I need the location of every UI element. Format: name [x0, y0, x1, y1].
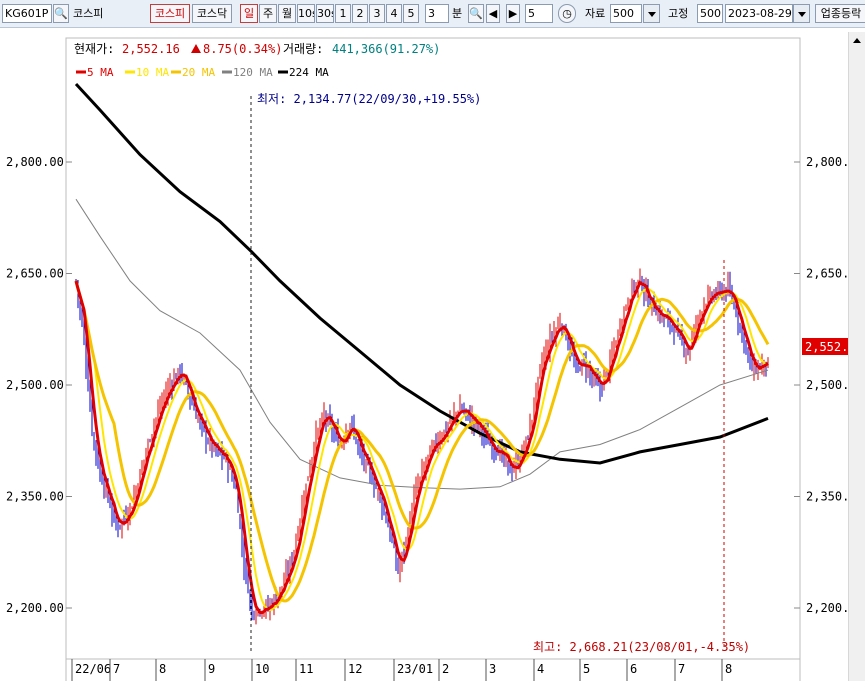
period-10s-button[interactable]: 10s — [297, 4, 315, 23]
kosdaq-button[interactable]: 코스닥 — [192, 4, 232, 23]
y-tick-label-left: 2,800.00 — [6, 155, 64, 169]
x-tick-label: 8 — [159, 662, 166, 676]
data-count-input[interactable]: 500 — [610, 4, 642, 23]
y-tick-label-left: 2,350.00 — [6, 490, 64, 504]
y-tick-label-left: 2,200.00 — [6, 601, 64, 615]
legend-label: 20 MA — [182, 66, 215, 79]
sector-button[interactable]: 업종등락 — [815, 4, 865, 23]
scroll-up-icon[interactable] — [853, 38, 861, 43]
index-name: 코스피 — [73, 7, 104, 20]
period-5min-button[interactable]: 5 — [403, 4, 419, 23]
x-tick-label: 5 — [583, 662, 590, 676]
clock-icon: ◷ — [562, 7, 572, 20]
x-tick-label: 8 — [725, 662, 732, 676]
legend-label: 120 MA — [233, 66, 273, 79]
price-label: 현재가: — [74, 42, 114, 56]
data-count-dropdown[interactable] — [643, 4, 660, 23]
x-tick-label: 7 — [113, 662, 120, 676]
minute-input[interactable]: 3 — [425, 4, 449, 23]
vertical-scrollbar[interactable] — [848, 32, 865, 681]
x-tick-label: 4 — [537, 662, 544, 676]
magnifier-icon: 🔍 — [469, 7, 483, 20]
data-label: 자료 — [585, 7, 606, 20]
zoom-button[interactable]: 🔍 — [468, 4, 484, 23]
fixed-input[interactable]: 500 — [697, 4, 723, 23]
period-30s-button[interactable]: 30s — [316, 4, 334, 23]
chart-area: 2,800.00 2,650.00 2,500.00 2,350.00 2,200.00… — [0, 28, 865, 685]
toolbar: KG601P 🔍 코스피 코스피 코스닥 일 주 월 10s 30s 1 2 3… — [0, 0, 865, 28]
period-day-button[interactable]: 일 — [240, 4, 258, 23]
svg-text:현재가:: 현재가: — [74, 42, 114, 56]
x-tick-label: 22/06 — [75, 662, 111, 676]
minute-label: 분 — [452, 7, 463, 20]
x-tick-label: 6 — [630, 662, 637, 676]
x-tick-label: 23/01 — [397, 662, 433, 676]
x-tick-label: 12 — [348, 662, 362, 676]
period-week-button[interactable]: 주 — [259, 4, 277, 23]
x-tick-label: 2 — [442, 662, 449, 676]
arrow-right-icon: ▶ — [508, 7, 518, 20]
arrow-left-icon: ◀ — [488, 7, 498, 20]
x-tick-label: 11 — [299, 662, 313, 676]
high-annotation: 최고: 2,668.21(23/08/01,-4.35%) — [533, 640, 750, 654]
search-icon: 🔍 — [54, 7, 68, 20]
period-3min-button[interactable]: 3 — [369, 4, 385, 23]
volume-label: 거래량: — [283, 42, 323, 56]
period-2min-button[interactable]: 2 — [352, 4, 368, 23]
period-month-button[interactable]: 월 — [278, 4, 296, 23]
y-tick-label-left: 2,650.00 — [6, 267, 64, 281]
legend-label: 224 MA — [289, 66, 329, 79]
clock-button[interactable]: ◷ — [558, 4, 576, 23]
legend-label: 5 MA — [87, 66, 114, 79]
fixed-label: 고정 — [668, 7, 689, 20]
x-tick-label: 3 — [489, 662, 496, 676]
x-tick-label: 7 — [678, 662, 685, 676]
date-dropdown[interactable] — [793, 4, 810, 23]
legend-label: 10 MA — [136, 66, 169, 79]
x-tick-label: 10 — [255, 662, 269, 676]
code-input[interactable]: KG601P — [2, 4, 52, 23]
x-tick-label: 9 — [208, 662, 215, 676]
period-1min-button[interactable]: 1 — [335, 4, 351, 23]
date-input[interactable]: 2023-08-29 — [725, 4, 793, 23]
y-tick-label-left: 2,500.00 — [6, 378, 64, 392]
kospi-button[interactable]: 코스피 — [150, 4, 190, 23]
period-4min-button[interactable]: 4 — [386, 4, 402, 23]
volume-value: 441,366(91.27%) — [332, 42, 440, 56]
change-value: 8.75(0.34%) — [203, 42, 282, 56]
next-button[interactable]: ▶ — [506, 4, 520, 23]
low-annotation: 최저: 2,134.77(22/09/30,+19.55%) — [257, 92, 481, 106]
search-button[interactable]: 🔍 — [53, 4, 69, 23]
prev-button[interactable]: ◀ — [486, 4, 500, 23]
price-chart[interactable]: 2,800.00 2,650.00 2,500.00 2,350.00 2,200.00… — [0, 28, 865, 685]
count-input[interactable]: 5 — [525, 4, 553, 23]
price-value: 2,552.16 — [122, 42, 180, 56]
